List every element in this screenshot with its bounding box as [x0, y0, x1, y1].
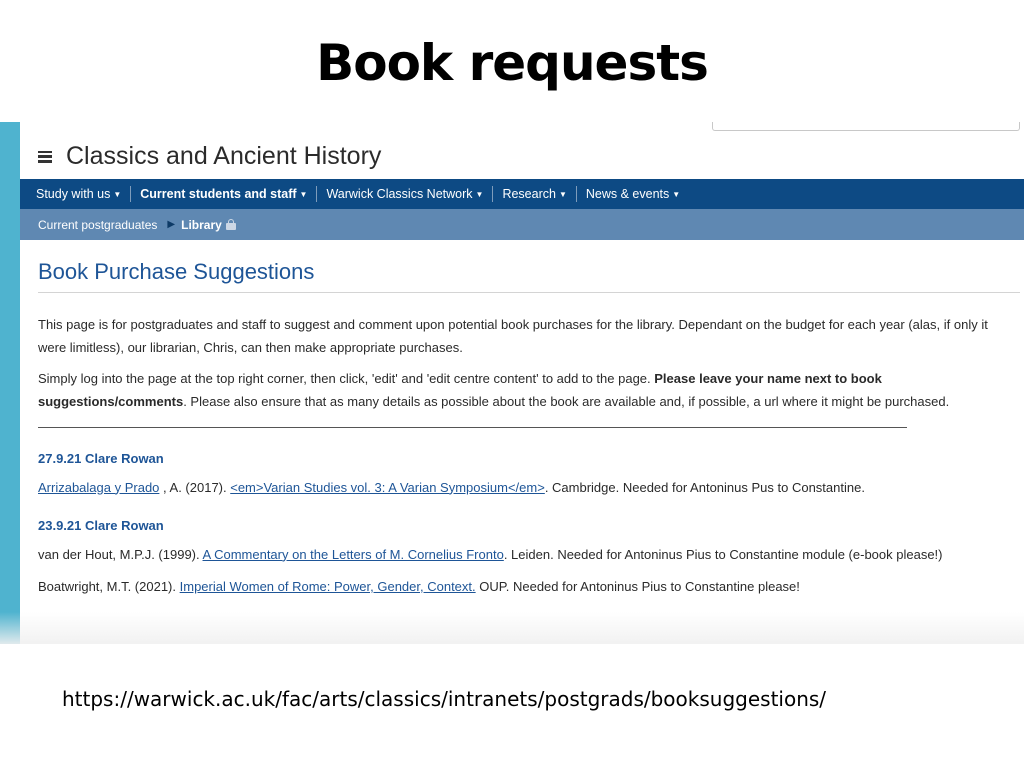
nav-research[interactable]: Research ▼	[502, 187, 566, 201]
entry-text: . Cambridge. Needed for Antoninus Pus to…	[544, 479, 865, 495]
breadcrumb-arrow-icon: ▶	[167, 219, 176, 230]
left-accent-band	[0, 122, 20, 644]
search-box[interactable]	[712, 122, 1020, 131]
book-suggestion: Arrizabalaga y Prado , A. (2017). <em>Va…	[38, 477, 988, 500]
entry-text: van der Hout, M.P.J. (1999).	[38, 546, 203, 562]
book-link[interactable]: A Commentary on the Letters of M. Cornel…	[203, 547, 504, 562]
book-suggestion: van der Hout, M.P.J. (1999). A Commentar…	[38, 544, 988, 567]
book-link[interactable]: <em>Varian Studies vol. 3: A Varian Symp…	[230, 480, 545, 495]
caret-down-icon: ▼	[299, 189, 308, 199]
entry-text: , A. (2017).	[159, 479, 231, 495]
nav-divider	[316, 186, 318, 202]
nav-divider	[130, 186, 132, 202]
lock-icon	[225, 219, 236, 230]
main-navigation: Study with us ▼ Current students and staf…	[20, 179, 1024, 209]
instructions-text: Simply log into the page at the top righ…	[38, 371, 655, 386]
intro-paragraph: This page is for postgraduates and staff…	[38, 317, 988, 355]
breadcrumb-current-postgraduates[interactable]: Current postgraduates	[38, 218, 157, 232]
entry-heading: 23.9.21 Clare Rowan	[38, 518, 164, 533]
nav-label: Research	[502, 187, 556, 201]
book-suggestion: Boatwright, M.T. (2021). Imperial Women …	[38, 576, 988, 599]
page-content: This page is for postgraduates and staff…	[38, 314, 988, 609]
nav-current-students-and-staff[interactable]: Current students and staff ▼	[140, 187, 307, 201]
author-link[interactable]: Arrizabalaga y Prado	[38, 480, 159, 495]
breadcrumb: Current postgraduates ▶ Library	[20, 209, 1024, 240]
nav-divider	[575, 186, 577, 202]
nav-divider	[492, 186, 494, 202]
entry-text: . Leiden. Needed for Antoninus Pius to C…	[503, 546, 943, 562]
slide-title: Book requests	[316, 34, 709, 92]
book-link[interactable]: Imperial Women of Rome: Power, Gender, C…	[180, 579, 476, 594]
website-screenshot: Classics and Ancient History Study with …	[0, 122, 1024, 644]
caret-down-icon: ▼	[475, 189, 484, 199]
caret-down-icon: ▼	[672, 189, 681, 199]
hamburger-menu-icon[interactable]	[38, 150, 52, 163]
content-divider	[38, 427, 907, 428]
entry-heading: 27.9.21 Clare Rowan	[38, 451, 164, 466]
caret-down-icon: ▼	[558, 189, 567, 199]
site-header: Classics and Ancient History	[38, 142, 381, 171]
nav-label: Warwick Classics Network	[326, 187, 473, 201]
nav-news-and-events[interactable]: News & events ▼	[586, 187, 680, 201]
title-divider	[38, 292, 1020, 293]
nav-label: Study with us	[36, 187, 111, 201]
entry-text: Boatwright, M.T. (2021).	[38, 579, 180, 594]
breadcrumb-library[interactable]: Library	[181, 218, 222, 232]
nav-warwick-classics-network[interactable]: Warwick Classics Network ▼	[326, 187, 483, 201]
site-title[interactable]: Classics and Ancient History	[66, 142, 381, 171]
nav-label: News & events	[585, 187, 670, 201]
source-url: https://warwick.ac.uk/fac/arts/classics/…	[62, 687, 827, 711]
instructions-text: . Please also ensure that as many detail…	[183, 393, 950, 409]
page-title: Book Purchase Suggestions	[38, 259, 315, 284]
entry-text: OUP. Needed for Antoninus Pius to Consta…	[475, 579, 800, 594]
bottom-fade	[0, 612, 1024, 644]
nav-study-with-us[interactable]: Study with us ▼	[36, 187, 121, 201]
caret-down-icon: ▼	[113, 189, 122, 199]
instructions-paragraph: Simply log into the page at the top righ…	[38, 368, 988, 413]
nav-label: Current students and staff	[140, 187, 297, 201]
